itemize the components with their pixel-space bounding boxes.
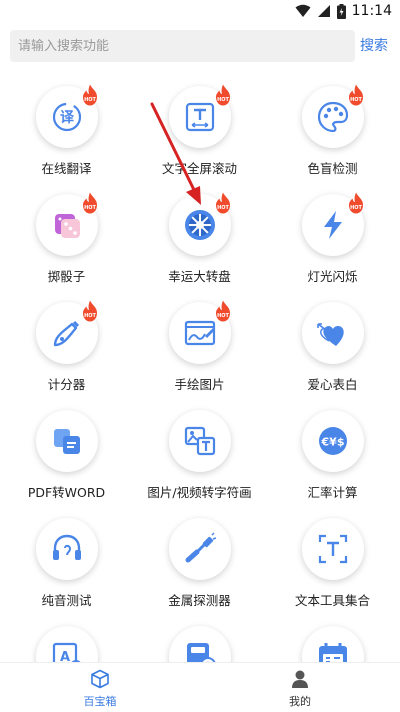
hot-badge-icon: HOT	[349, 84, 363, 106]
nav-home-label: 百宝箱	[83, 695, 117, 708]
tool-tile[interactable]: HOT 文字全屏滚动	[133, 82, 266, 190]
box-icon	[91, 669, 109, 689]
tool-tile[interactable]: 爱心表白	[266, 298, 399, 406]
headphone-icon	[53, 534, 81, 560]
tool-label: 幸运大转盘	[168, 269, 231, 284]
tool-label: 计分器	[47, 377, 86, 392]
tool-label: 掷骰子	[47, 269, 86, 284]
status-icons: 11:14	[295, 3, 392, 19]
metal-detector-icon	[185, 532, 217, 563]
svg-text:A: A	[60, 650, 70, 662]
svg-text:HOT: HOT	[217, 313, 229, 319]
tool-tile[interactable]: 图片/视频转字符画	[133, 406, 266, 514]
svg-text:HOT: HOT	[84, 205, 96, 211]
tool-icon-circle: A	[36, 626, 98, 662]
tool-icon-circle	[169, 410, 231, 472]
bottom-nav: 百宝箱 我的	[0, 662, 400, 712]
translate-icon: 译	[52, 102, 82, 132]
currency-icon: €¥$	[319, 427, 347, 455]
pdf-icon	[54, 429, 80, 454]
hot-badge-icon: HOT	[83, 300, 97, 322]
tool-tile[interactable]: HOT 计分器	[0, 298, 133, 406]
tool-icon-circle	[169, 518, 231, 580]
tool-icon-circle	[36, 518, 98, 580]
tool-icon-circle	[302, 518, 364, 580]
svg-text:HOT: HOT	[217, 97, 229, 103]
tool-label: PDF转WORD	[27, 485, 106, 500]
tool-tile[interactable]: A	[0, 622, 133, 662]
tool-icon-circle	[302, 626, 364, 662]
status-time: 11:14	[351, 3, 392, 19]
hot-badge-icon: HOT	[216, 192, 230, 214]
search-button[interactable]: 搜索	[356, 30, 392, 62]
flash-icon	[324, 211, 342, 239]
tool-icon-circle	[36, 410, 98, 472]
svg-text:HOT: HOT	[84, 97, 96, 103]
palette-icon	[317, 101, 349, 133]
tool-tile[interactable]: $	[133, 622, 266, 662]
tool-tile[interactable]: HOT 灯光闪烁	[266, 190, 399, 298]
tool-tile[interactable]	[266, 622, 399, 662]
svg-text:HOT: HOT	[350, 205, 362, 211]
image-text-icon	[184, 426, 216, 456]
battery-icon	[336, 3, 346, 19]
tool-label: 爱心表白	[307, 377, 358, 392]
image-edit-icon: A	[52, 642, 81, 662]
wifi-icon	[295, 4, 311, 17]
tool-icon-circle	[302, 302, 364, 364]
search-bar: 搜索	[10, 30, 392, 62]
signal-icon	[317, 5, 330, 17]
status-bar: 11:14	[0, 0, 400, 24]
tool-tile[interactable]: HOT 幸运大转盘	[133, 190, 266, 298]
tool-icon-circle: €¥$	[302, 410, 364, 472]
score-icon	[53, 320, 80, 347]
tool-tile[interactable]: HOT 手绘图片	[133, 298, 266, 406]
tool-tile[interactable]: HOT 掷骰子	[0, 190, 133, 298]
nav-mine-label: 我的	[289, 695, 311, 708]
calculator-icon: $	[187, 643, 216, 662]
svg-text:€¥$: €¥$	[321, 436, 345, 449]
heart-icon	[317, 323, 344, 346]
text-tools-icon	[318, 534, 348, 564]
tool-tile[interactable]: PDF转WORD	[0, 406, 133, 514]
nav-mine[interactable]: 我的	[200, 663, 400, 712]
dice-icon	[55, 214, 80, 238]
tool-label: 金属探测器	[168, 593, 231, 608]
tool-label: 文本工具集合	[294, 593, 370, 608]
tool-tile[interactable]: 文本工具集合	[266, 514, 399, 622]
tool-grid: 译 HOT 在线翻译 HOT 文字全屏滚动 HOT 色盲检测 HOT 掷骰子 HOT 幸运大转盘 HO…	[0, 76, 400, 662]
nav-home[interactable]: 百宝箱	[0, 663, 200, 712]
tool-label: 灯光闪烁	[307, 269, 358, 284]
tool-tile[interactable]: 译 HOT 在线翻译	[0, 82, 133, 190]
tool-label: 文字全屏滚动	[161, 161, 237, 176]
svg-text:HOT: HOT	[350, 97, 362, 103]
tool-label: 在线翻译	[41, 161, 92, 176]
svg-text:译: 译	[60, 110, 75, 126]
tool-tile[interactable]: HOT 色盲检测	[266, 82, 399, 190]
hot-badge-icon: HOT	[83, 192, 97, 214]
hot-badge-icon: HOT	[216, 84, 230, 106]
hot-badge-icon: HOT	[83, 84, 97, 106]
hot-badge-icon: HOT	[349, 192, 363, 214]
tool-icon-circle: $	[169, 626, 231, 662]
tool-tile[interactable]: 纯音测试	[0, 514, 133, 622]
wheel-icon	[185, 210, 215, 240]
tool-label: 手绘图片	[174, 377, 225, 392]
text-scroll-icon	[185, 102, 215, 132]
tool-label: 图片/视频转字符画	[147, 485, 252, 500]
hot-badge-icon: HOT	[216, 300, 230, 322]
drawing-icon	[184, 320, 216, 346]
search-input[interactable]	[10, 30, 355, 62]
tool-tile[interactable]: 金属探测器	[133, 514, 266, 622]
tool-tile[interactable]: €¥$ 汇率计算	[266, 406, 399, 514]
tool-label: 色盲检测	[307, 161, 358, 176]
tool-label: 汇率计算	[307, 485, 358, 500]
svg-text:HOT: HOT	[217, 205, 229, 211]
tool-label: 纯音测试	[41, 593, 92, 608]
calendar-icon	[319, 643, 347, 662]
user-icon	[292, 670, 308, 688]
svg-text:HOT: HOT	[84, 313, 96, 319]
